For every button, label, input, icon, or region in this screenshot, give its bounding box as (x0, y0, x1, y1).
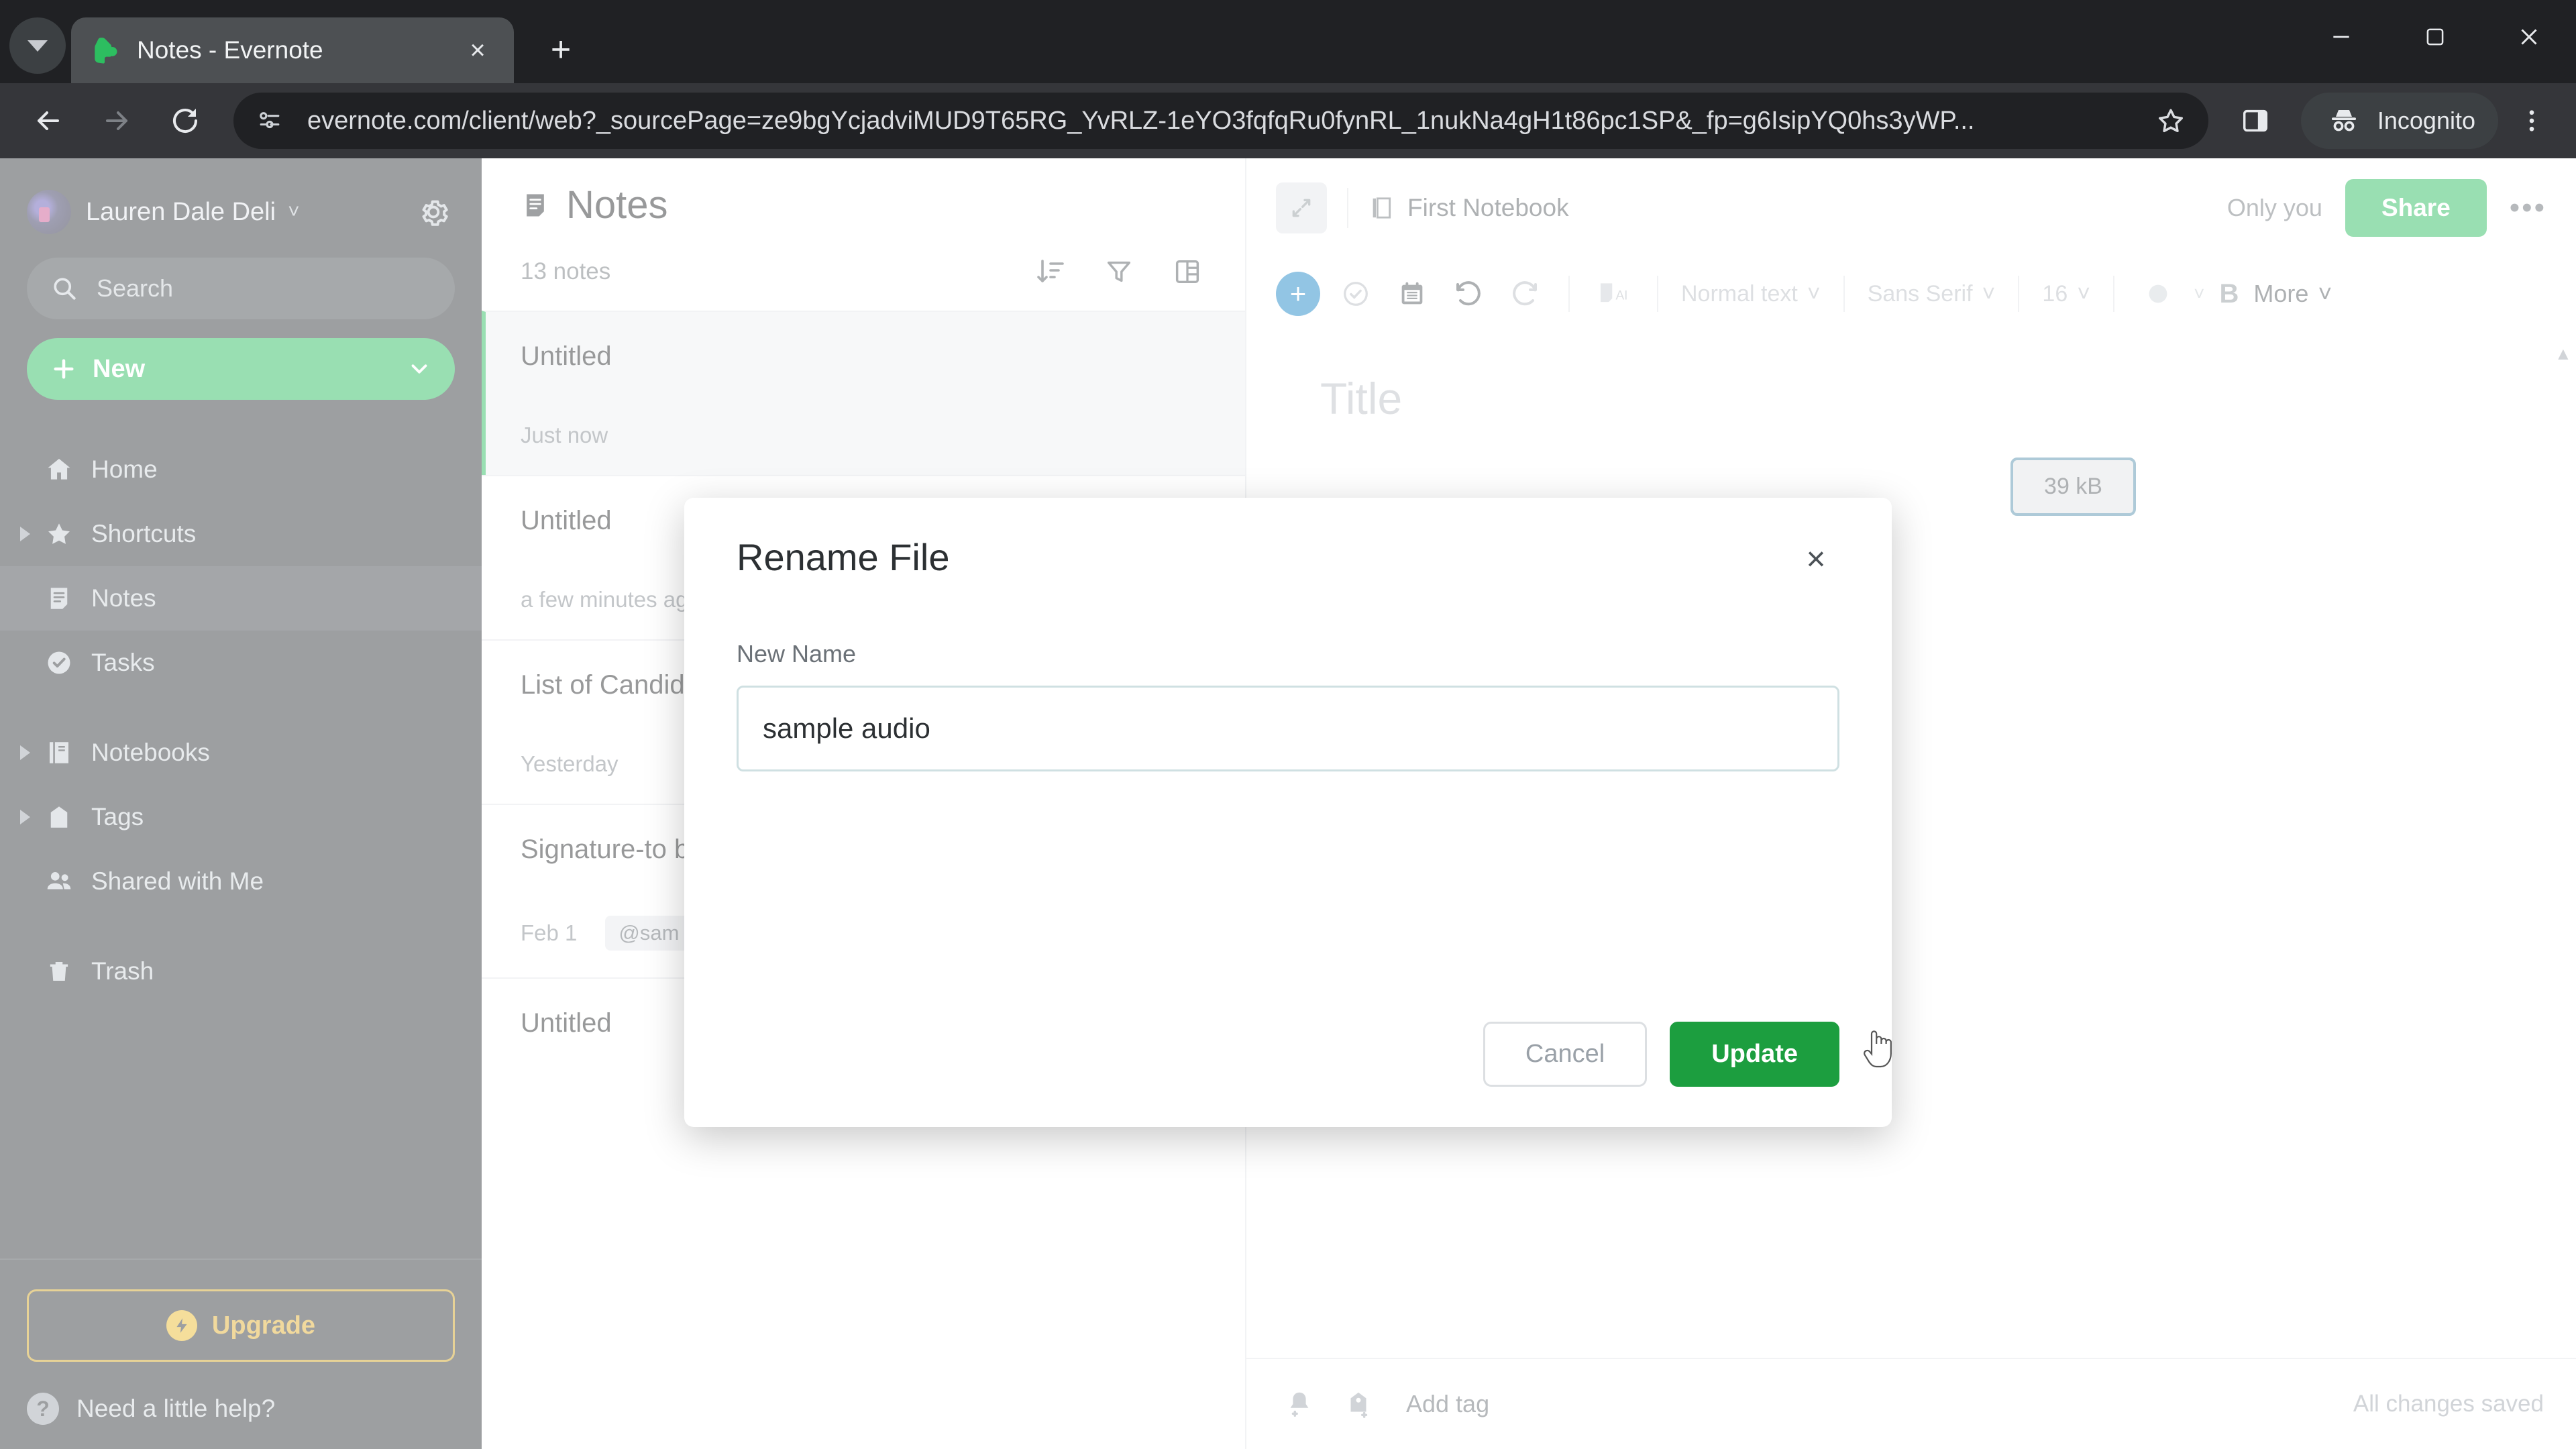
maximize-button[interactable] (2388, 0, 2482, 74)
tab-strip: Notes - Evernote × + (0, 0, 2576, 83)
evernote-elephant-icon (89, 34, 122, 67)
incognito-hat-icon (2324, 101, 2364, 141)
update-button[interactable]: Update (1670, 1022, 1839, 1087)
tab-title: Notes - Evernote (137, 36, 323, 64)
close-window-button[interactable] (2482, 0, 2576, 74)
close-icon[interactable]: × (1792, 535, 1839, 582)
forward-arrow-icon[interactable] (86, 90, 148, 152)
star-icon[interactable] (2149, 99, 2192, 142)
cancel-button[interactable]: Cancel (1483, 1022, 1648, 1087)
back-arrow-icon[interactable] (17, 90, 79, 152)
side-panel-icon[interactable] (2226, 91, 2285, 150)
new-tab-button[interactable]: + (534, 23, 588, 76)
rename-file-dialog: Rename File × New Name sample audio Canc… (684, 498, 1892, 1127)
url-text: evernote.com/client/web?_sourcePage=ze9b… (307, 106, 1975, 135)
tab-search-button[interactable] (9, 17, 66, 74)
browser-toolbar: evernote.com/client/web?_sourcePage=ze9b… (0, 83, 2576, 158)
mouse-cursor (1860, 1026, 1896, 1069)
window-controls (2294, 0, 2576, 74)
new-name-label: New Name (737, 640, 857, 667)
new-name-input[interactable]: sample audio (737, 686, 1839, 771)
site-settings-icon[interactable] (250, 101, 290, 141)
browser-tab[interactable]: Notes - Evernote × (71, 17, 514, 83)
dialog-title: Rename File (737, 536, 950, 578)
three-dot-menu-icon[interactable] (2505, 90, 2559, 152)
address-bar[interactable]: evernote.com/client/web?_sourcePage=ze9b… (233, 93, 2208, 149)
close-icon[interactable]: × (459, 32, 496, 69)
minimize-button[interactable] (2294, 0, 2388, 74)
browser-window: Notes - Evernote × + evernote.com/client… (0, 0, 2576, 1449)
chevron-down-icon (28, 40, 48, 52)
incognito-label: Incognito (2377, 107, 2475, 134)
incognito-profile-button[interactable]: Incognito (2300, 93, 2498, 149)
reload-icon[interactable] (154, 90, 216, 152)
